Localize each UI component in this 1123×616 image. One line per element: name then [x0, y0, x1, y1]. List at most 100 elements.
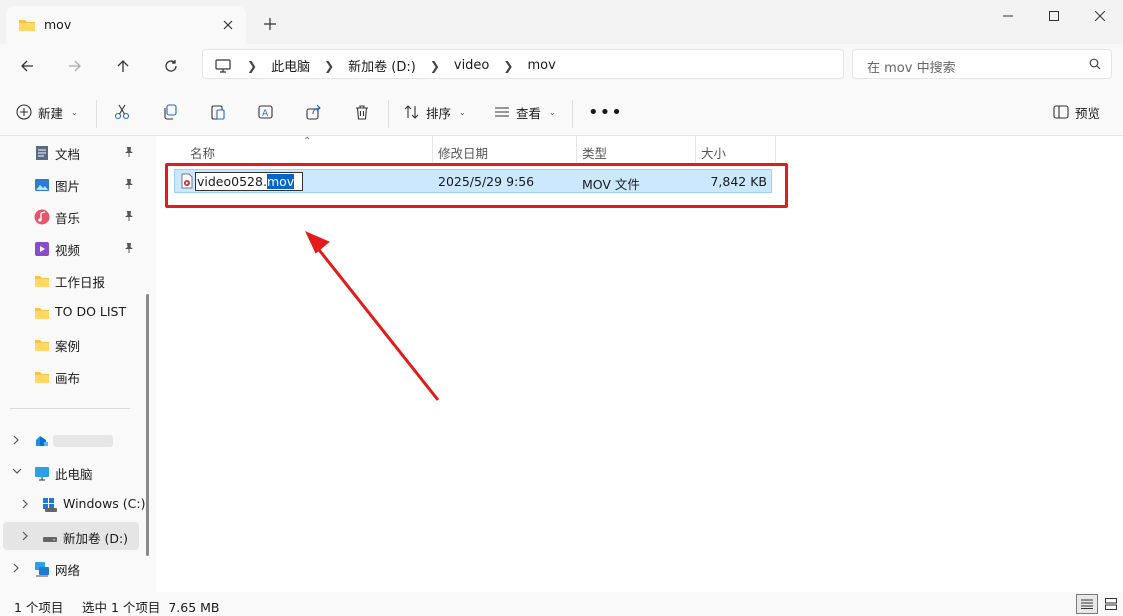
- divider: [572, 100, 573, 128]
- selection-info: 选中 1 个项目 7.65 MB: [82, 600, 220, 615]
- forward-arrow-icon[interactable]: [60, 52, 90, 80]
- new-tab-icon[interactable]: [260, 14, 280, 34]
- redacted-label: [53, 435, 113, 447]
- folder-icon: [34, 273, 50, 289]
- computer-icon: [34, 465, 50, 481]
- sidebar-item-drive-c[interactable]: Windows (C:): [0, 490, 145, 518]
- sidebar-item-folder[interactable]: 画布: [0, 362, 142, 390]
- divider: [388, 100, 389, 128]
- maximize-icon[interactable]: [1031, 0, 1077, 32]
- pin-icon[interactable]: [124, 242, 134, 254]
- search-placeholder: 在 mov 中搜索: [867, 61, 956, 76]
- navigation-bar: ❯ 此电脑 ❯ 新加卷 (D:) ❯ video ❯ mov 在 mov 中搜索: [0, 44, 1123, 88]
- copy-icon: [162, 104, 178, 120]
- up-arrow-icon[interactable]: [108, 52, 138, 80]
- back-arrow-icon[interactable]: [12, 52, 42, 80]
- drive-icon: [42, 529, 58, 545]
- preview-pane-icon: [1053, 105, 1069, 119]
- chevron-right-icon[interactable]: [21, 531, 29, 541]
- crumb-drive-d[interactable]: 新加卷 (D:): [348, 56, 416, 75]
- chevron-right-icon[interactable]: [12, 563, 20, 573]
- music-icon: [34, 209, 50, 225]
- sidebar-item-music[interactable]: 音乐: [0, 202, 142, 230]
- sidebar-scrollbar[interactable]: [146, 294, 149, 556]
- sidebar-item-pictures[interactable]: 图片: [0, 170, 142, 198]
- column-header-date[interactable]: 修改日期: [432, 139, 576, 165]
- tab-title: mov: [44, 17, 72, 32]
- crumb-mov[interactable]: mov: [527, 58, 555, 73]
- tiles-view-icon[interactable]: [1100, 594, 1122, 614]
- sidebar-item-network[interactable]: 网络: [0, 554, 142, 582]
- folder-icon: [34, 337, 50, 353]
- search-input[interactable]: 在 mov 中搜索: [852, 49, 1112, 79]
- pin-icon[interactable]: [124, 146, 134, 158]
- scissors-icon: [114, 104, 130, 120]
- sidebar-item-folder[interactable]: 工作日报: [0, 266, 142, 294]
- divider: [96, 100, 97, 128]
- share-button[interactable]: [306, 98, 322, 126]
- trash-icon: [354, 104, 370, 120]
- crumb-this-pc[interactable]: 此电脑: [271, 56, 310, 75]
- crumb-video[interactable]: video: [454, 58, 490, 73]
- chevron-down-icon: ⌄: [459, 107, 466, 117]
- column-header-type[interactable]: 类型: [576, 139, 694, 165]
- sidebar-item-folder[interactable]: TO DO LIST: [0, 298, 142, 326]
- more-options-button[interactable]: •••: [588, 98, 623, 126]
- sidebar-item-folder[interactable]: 案例: [0, 330, 142, 358]
- chevron-down-icon: ⌄: [71, 107, 78, 117]
- details-view-icon[interactable]: [1076, 594, 1098, 614]
- view-button[interactable]: 查看 ⌄: [494, 98, 556, 126]
- close-window-icon[interactable]: [1077, 0, 1123, 32]
- sort-button[interactable]: 排序 ⌄: [404, 98, 466, 126]
- chevron-right-icon[interactable]: [21, 499, 29, 509]
- address-bar[interactable]: ❯ 此电脑 ❯ 新加卷 (D:) ❯ video ❯ mov: [202, 49, 844, 79]
- rename-button[interactable]: A: [258, 98, 274, 126]
- sidebar-item-label: 画布: [55, 371, 81, 386]
- delete-button[interactable]: [354, 98, 370, 126]
- document-icon: [34, 145, 50, 161]
- sort-icon: [404, 104, 420, 120]
- column-header-size[interactable]: 大小: [695, 139, 775, 165]
- chevron-right-icon: ❯: [247, 58, 258, 73]
- svg-text:A: A: [262, 109, 269, 119]
- file-list: ⌃ 名称 修改日期 类型 大小 video0528.mov 2025/5/29 …: [156, 136, 1123, 592]
- sidebar-item-videos[interactable]: 视频: [0, 234, 142, 262]
- folder-icon: [34, 305, 50, 321]
- divider: [10, 408, 130, 409]
- windows-drive-icon: [42, 497, 58, 513]
- paste-button[interactable]: [210, 98, 226, 126]
- minimize-icon[interactable]: [985, 0, 1031, 32]
- share-icon: [306, 104, 322, 120]
- sidebar-item-label: 网络: [55, 563, 81, 578]
- annotation-highlight-box: [165, 163, 788, 208]
- item-count: 1 个项目: [14, 600, 64, 615]
- pin-icon[interactable]: [124, 178, 134, 190]
- copy-button[interactable]: [162, 98, 178, 126]
- tab-mov[interactable]: mov: [6, 6, 246, 44]
- column-header-name[interactable]: 名称: [184, 139, 430, 165]
- column-divider[interactable]: [775, 136, 776, 164]
- preview-pane-button[interactable]: 预览: [1053, 98, 1100, 126]
- folder-icon: [18, 17, 36, 33]
- sidebar-item-drive-d[interactable]: 新加卷 (D:): [3, 522, 139, 550]
- sidebar-item-this-pc[interactable]: 此电脑: [0, 458, 142, 486]
- sidebar-item-documents[interactable]: 文档: [0, 138, 142, 166]
- new-label: 新建: [38, 105, 64, 121]
- cut-button[interactable]: [114, 98, 130, 126]
- preview-label: 预览: [1075, 105, 1101, 121]
- view-label: 查看: [516, 105, 542, 121]
- chevron-right-icon[interactable]: [12, 435, 20, 445]
- sidebar-item-label: 文档: [55, 147, 81, 162]
- sidebar-item-label: 工作日报: [55, 275, 106, 290]
- close-tab-icon[interactable]: [218, 15, 238, 35]
- command-bar: 新建 ⌄ A 排序 ⌄ 查看 ⌄ ••• 预览: [0, 88, 1123, 136]
- rename-icon: A: [258, 104, 274, 120]
- network-icon: [34, 561, 50, 577]
- sidebar-item-label: 视频: [55, 243, 81, 258]
- status-bar: 1 个项目 选中 1 个项目 7.65 MB: [0, 592, 1123, 616]
- refresh-icon[interactable]: [156, 52, 186, 80]
- sidebar-item-label: 音乐: [55, 211, 81, 226]
- pin-icon[interactable]: [124, 210, 134, 222]
- new-button[interactable]: 新建 ⌄: [16, 98, 78, 126]
- chevron-down-icon[interactable]: [12, 467, 22, 475]
